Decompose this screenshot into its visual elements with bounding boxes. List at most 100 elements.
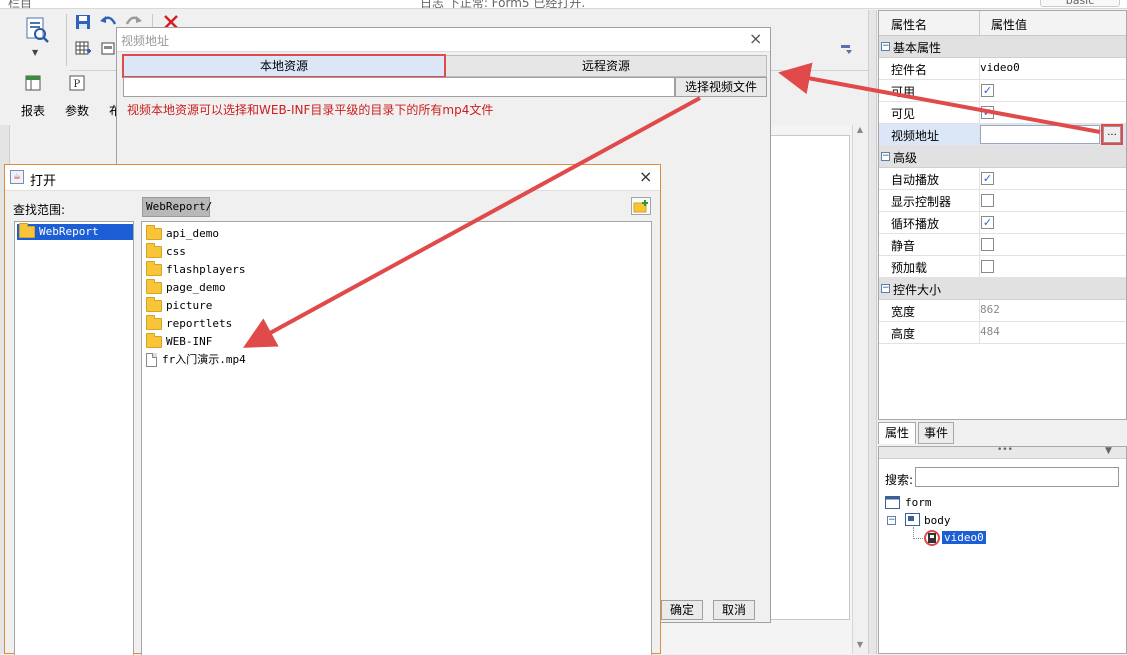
tree-panel-header[interactable]: ••• ▼ [879,445,1126,459]
mute-checkbox[interactable] [981,238,994,251]
nav-item-webreport[interactable]: WebReport [17,223,133,240]
row-mute[interactable]: 静音 [879,234,1126,256]
row-width[interactable]: 宽度 862 [879,300,1126,322]
file-name: page_demo [166,281,226,294]
row-enabled[interactable]: 可用 ✓ [879,80,1126,102]
video-node-icon [924,530,940,546]
list-item[interactable]: picture [146,297,212,315]
autoplay-checkbox[interactable]: ✓ [981,172,994,185]
design-page[interactable] [770,135,850,620]
scroll-up-icon[interactable]: ▲ [852,125,868,137]
preload-checkbox[interactable] [981,260,994,273]
widget-tree-panel: ••• ▼ 搜索: form − body video0 [878,445,1127,654]
width-value[interactable]: 862 [980,303,1000,316]
row-loop[interactable]: 循环播放 ✓ [879,212,1126,234]
video-url-label: 视频地址 [891,129,940,143]
file-name: api_demo [166,227,219,240]
list-item[interactable]: css [146,243,186,261]
tree-node-video[interactable]: video0 [942,531,986,544]
close-icon[interactable]: × [639,167,652,186]
scroll-down-icon[interactable]: ▼ [852,640,868,652]
folder-icon [146,333,162,348]
parameter-icon[interactable]: P [68,74,86,92]
folder-icon [146,261,162,276]
collapse-icon[interactable]: − [881,284,890,293]
file-name: picture [166,299,213,312]
row-show-controls[interactable]: 显示控制器 [879,190,1126,212]
video-path-input[interactable] [123,77,675,97]
body-node-icon [905,513,920,526]
row-video-url[interactable]: 视频地址 ... [879,124,1126,146]
select-video-file-button[interactable]: 选择视频文件 [675,77,767,97]
annotation-highlight-browse [1101,124,1123,145]
preview-icon[interactable] [22,16,52,46]
look-in-combo[interactable]: WebReport/ [142,197,212,217]
group-basic[interactable]: − 基本属性 [879,36,1126,58]
panel-splitter[interactable] [868,10,877,654]
collapse-icon[interactable]: − [881,152,890,161]
file-name: flashplayers [166,263,246,276]
new-folder-button[interactable] [631,197,651,215]
list-item[interactable]: flashplayers [146,261,245,279]
list-item[interactable]: fr入门演示.mp4 [146,351,246,369]
panel-menu-icon[interactable] [840,43,854,55]
tab-events[interactable]: 事件 [918,422,954,444]
panel-collapse-icon[interactable]: ▼ [1105,446,1112,456]
header-separator [979,11,980,36]
group-size[interactable]: − 控件大小 [879,278,1126,300]
collapse-icon[interactable]: − [881,42,890,51]
tree-node-body[interactable]: body [924,514,951,527]
tab-attributes[interactable]: 属性 [878,422,916,444]
undo-icon[interactable] [98,13,118,31]
group-advanced[interactable]: − 高级 [879,146,1126,168]
report-icon[interactable] [24,74,42,92]
row-preload[interactable]: 预加载 [879,256,1126,278]
open-dialog-titlebar: ☕ 打开 × [5,165,660,191]
insert-widget-icon[interactable] [100,40,116,58]
local-resource-hint: 视频本地资源可以选择和WEB-INF目录平级的目录下的所有mp4文件 [127,103,494,117]
ok-button[interactable]: 确定 [661,600,703,620]
insert-table-icon[interactable] [74,40,92,58]
row-visible[interactable]: 可见 ✓ [879,102,1126,124]
row-separator [979,212,980,234]
drag-handle-icon[interactable]: ••• [997,445,1013,455]
row-autoplay[interactable]: 自动播放 ✓ [879,168,1126,190]
row-widget-name[interactable]: 控件名 video0 [879,58,1126,80]
parameter-label[interactable]: 参数 [65,102,89,119]
close-icon[interactable]: × [749,29,762,48]
tree-node-form[interactable]: form [905,496,932,509]
list-item[interactable]: page_demo [146,279,226,297]
show-controls-checkbox[interactable] [981,194,994,207]
widget-name-value[interactable]: video0 [980,61,1020,74]
enabled-checkbox[interactable]: ✓ [981,84,994,97]
video-dialog-titlebar: 视频地址 × [117,28,770,52]
row-height[interactable]: 高度 484 [879,322,1126,344]
list-item[interactable]: api_demo [146,225,219,243]
enabled-label: 可用 [891,85,916,99]
height-value[interactable]: 484 [980,325,1000,338]
tab-remote-resource[interactable]: 远程资源 [445,55,767,77]
row-separator [979,80,980,102]
report-label[interactable]: 报表 [21,102,45,119]
list-item[interactable]: reportlets [146,315,232,333]
loop-checkbox[interactable]: ✓ [981,216,994,229]
header-name: 属性名 [891,18,928,32]
autoplay-label: 自动播放 [891,173,940,187]
video-dialog-title: 视频地址 [121,34,170,48]
preview-dropdown-icon[interactable]: ▼ [32,48,38,57]
show-controls-label: 显示控制器 [891,195,952,209]
canvas-vertical-scrollbar[interactable] [852,125,868,654]
folder-icon [146,279,162,294]
row-separator [979,190,980,212]
video-url-input[interactable] [980,125,1100,144]
visible-checkbox[interactable]: ✓ [981,106,994,119]
nav-item-label: WebReport [39,225,99,238]
list-item[interactable]: WEB-INF [146,333,212,351]
mode-selector[interactable]: basic [1040,0,1120,7]
tree-collapse-icon[interactable]: − [887,516,896,525]
tree-search-input[interactable] [915,467,1119,487]
save-icon[interactable] [74,13,92,31]
cancel-button[interactable]: 取消 [713,600,755,620]
widget-name-label: 控件名 [891,63,928,77]
tree-connector [913,527,923,539]
